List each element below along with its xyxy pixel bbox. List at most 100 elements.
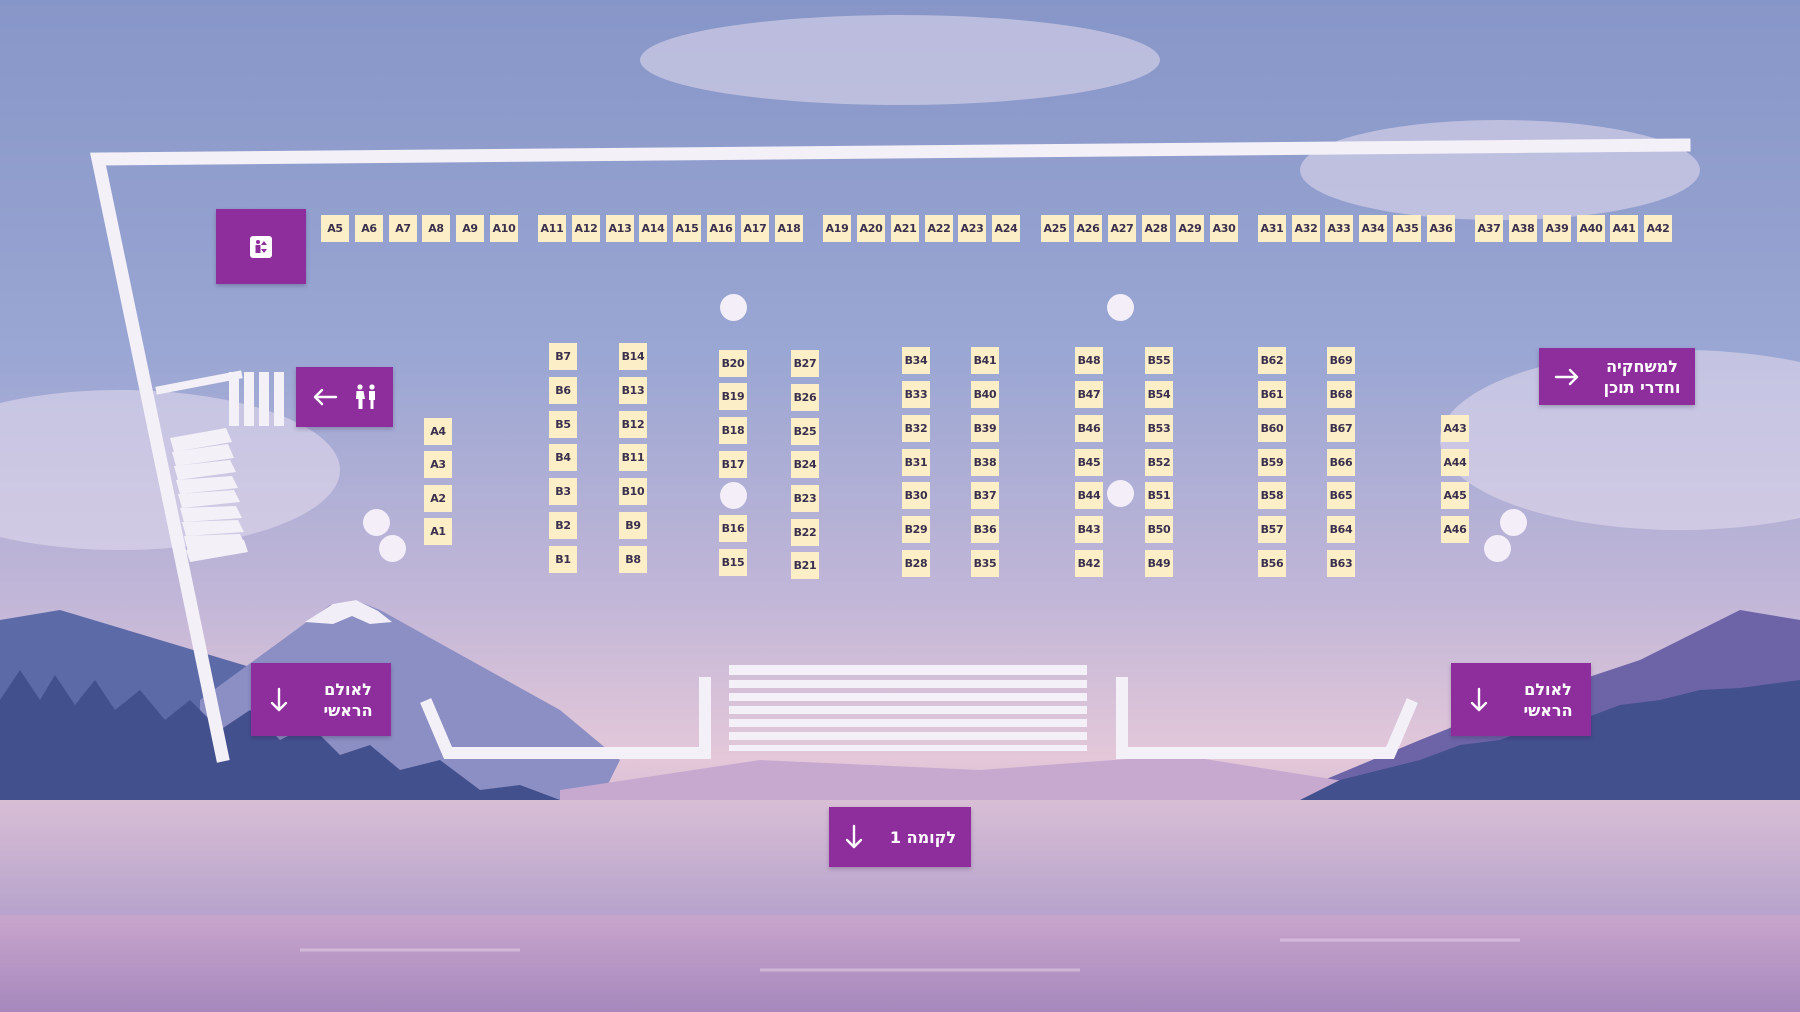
booth-b44[interactable]: B44 [1075, 482, 1103, 509]
booth-b56[interactable]: B56 [1258, 550, 1286, 577]
booth-b5[interactable]: B5 [549, 411, 577, 438]
booth-b13[interactable]: B13 [619, 377, 647, 404]
floor-1-sign[interactable]: לקומה 1 [829, 807, 971, 867]
booth-a7[interactable]: A7 [389, 215, 417, 242]
booth-b65[interactable]: B65 [1327, 482, 1355, 509]
booth-a20[interactable]: A20 [857, 215, 885, 242]
booth-b3[interactable]: B3 [549, 478, 577, 505]
booth-b36[interactable]: B36 [971, 516, 999, 543]
booth-b53[interactable]: B53 [1145, 415, 1173, 442]
restrooms-sign[interactable] [296, 367, 393, 427]
booth-a29[interactable]: A29 [1176, 215, 1204, 242]
booth-b68[interactable]: B68 [1327, 381, 1355, 408]
booth-b6[interactable]: B6 [549, 377, 577, 404]
booth-a14[interactable]: A14 [639, 215, 667, 242]
booth-a19[interactable]: A19 [823, 215, 851, 242]
booth-b58[interactable]: B58 [1258, 482, 1286, 509]
booth-a30[interactable]: A30 [1210, 215, 1238, 242]
booth-a33[interactable]: A33 [1325, 215, 1353, 242]
booth-a10[interactable]: A10 [490, 215, 518, 242]
booth-a1[interactable]: A1 [424, 518, 452, 545]
booth-b66[interactable]: B66 [1327, 449, 1355, 476]
booth-b14[interactable]: B14 [619, 343, 647, 370]
main-hall-sign-right[interactable]: לאולם הראשי [1451, 663, 1591, 736]
booth-a42[interactable]: A42 [1644, 215, 1672, 242]
booth-a12[interactable]: A12 [572, 215, 600, 242]
booth-a45[interactable]: A45 [1441, 482, 1469, 509]
booth-a36[interactable]: A36 [1427, 215, 1455, 242]
booth-b43[interactable]: B43 [1075, 516, 1103, 543]
booth-a27[interactable]: A27 [1108, 215, 1136, 242]
booth-b35[interactable]: B35 [971, 550, 999, 577]
booth-b24[interactable]: B24 [791, 451, 819, 478]
booth-b51[interactable]: B51 [1145, 482, 1173, 509]
booth-b42[interactable]: B42 [1075, 550, 1103, 577]
booth-b62[interactable]: B62 [1258, 347, 1286, 374]
booth-b67[interactable]: B67 [1327, 415, 1355, 442]
booth-b34[interactable]: B34 [902, 347, 930, 374]
booth-b37[interactable]: B37 [971, 482, 999, 509]
booth-a46[interactable]: A46 [1441, 516, 1469, 543]
booth-a41[interactable]: A41 [1610, 215, 1638, 242]
booth-b1[interactable]: B1 [549, 546, 577, 573]
booth-a22[interactable]: A22 [925, 215, 953, 242]
booth-b20[interactable]: B20 [719, 350, 747, 377]
booth-a40[interactable]: A40 [1577, 215, 1605, 242]
booth-b23[interactable]: B23 [791, 485, 819, 512]
booth-b38[interactable]: B38 [971, 449, 999, 476]
booth-b30[interactable]: B30 [902, 482, 930, 509]
booth-a23[interactable]: A23 [958, 215, 986, 242]
booth-b47[interactable]: B47 [1075, 381, 1103, 408]
booth-b32[interactable]: B32 [902, 415, 930, 442]
booth-a15[interactable]: A15 [673, 215, 701, 242]
booth-b17[interactable]: B17 [719, 451, 747, 478]
booth-b18[interactable]: B18 [719, 417, 747, 444]
booth-b28[interactable]: B28 [902, 550, 930, 577]
booth-b60[interactable]: B60 [1258, 415, 1286, 442]
main-hall-sign-left[interactable]: לאולם הראשי [251, 663, 391, 736]
booth-a17[interactable]: A17 [741, 215, 769, 242]
booth-b48[interactable]: B48 [1075, 347, 1103, 374]
booth-b7[interactable]: B7 [549, 343, 577, 370]
booth-b69[interactable]: B69 [1327, 347, 1355, 374]
booth-b49[interactable]: B49 [1145, 550, 1173, 577]
booth-b59[interactable]: B59 [1258, 449, 1286, 476]
booth-b9[interactable]: B9 [619, 512, 647, 539]
booth-a38[interactable]: A38 [1509, 215, 1537, 242]
booth-a6[interactable]: A6 [355, 215, 383, 242]
booth-b57[interactable]: B57 [1258, 516, 1286, 543]
booth-a11[interactable]: A11 [538, 215, 566, 242]
booth-b41[interactable]: B41 [971, 347, 999, 374]
booth-b61[interactable]: B61 [1258, 381, 1286, 408]
booth-a44[interactable]: A44 [1441, 449, 1469, 476]
booth-b21[interactable]: B21 [791, 552, 819, 579]
booth-a39[interactable]: A39 [1543, 215, 1571, 242]
booth-b27[interactable]: B27 [791, 350, 819, 377]
booth-a35[interactable]: A35 [1393, 215, 1421, 242]
booth-b45[interactable]: B45 [1075, 449, 1103, 476]
booth-b39[interactable]: B39 [971, 415, 999, 442]
booth-b16[interactable]: B16 [719, 515, 747, 542]
booth-a31[interactable]: A31 [1258, 215, 1286, 242]
booth-a21[interactable]: A21 [891, 215, 919, 242]
booth-b46[interactable]: B46 [1075, 415, 1103, 442]
booth-b40[interactable]: B40 [971, 381, 999, 408]
booth-a4[interactable]: A4 [424, 418, 452, 445]
booth-a26[interactable]: A26 [1074, 215, 1102, 242]
booth-a18[interactable]: A18 [775, 215, 803, 242]
booth-b15[interactable]: B15 [719, 549, 747, 576]
booth-a25[interactable]: A25 [1041, 215, 1069, 242]
booth-b11[interactable]: B11 [619, 444, 647, 471]
booth-a5[interactable]: A5 [321, 215, 349, 242]
booth-b55[interactable]: B55 [1145, 347, 1173, 374]
booth-b64[interactable]: B64 [1327, 516, 1355, 543]
booth-b31[interactable]: B31 [902, 449, 930, 476]
booth-a8[interactable]: A8 [422, 215, 450, 242]
booth-b50[interactable]: B50 [1145, 516, 1173, 543]
booth-b8[interactable]: B8 [619, 546, 647, 573]
booth-b26[interactable]: B26 [791, 384, 819, 411]
booth-a13[interactable]: A13 [606, 215, 634, 242]
booth-a24[interactable]: A24 [992, 215, 1020, 242]
booth-a16[interactable]: A16 [707, 215, 735, 242]
elevator-sign[interactable] [216, 209, 306, 284]
